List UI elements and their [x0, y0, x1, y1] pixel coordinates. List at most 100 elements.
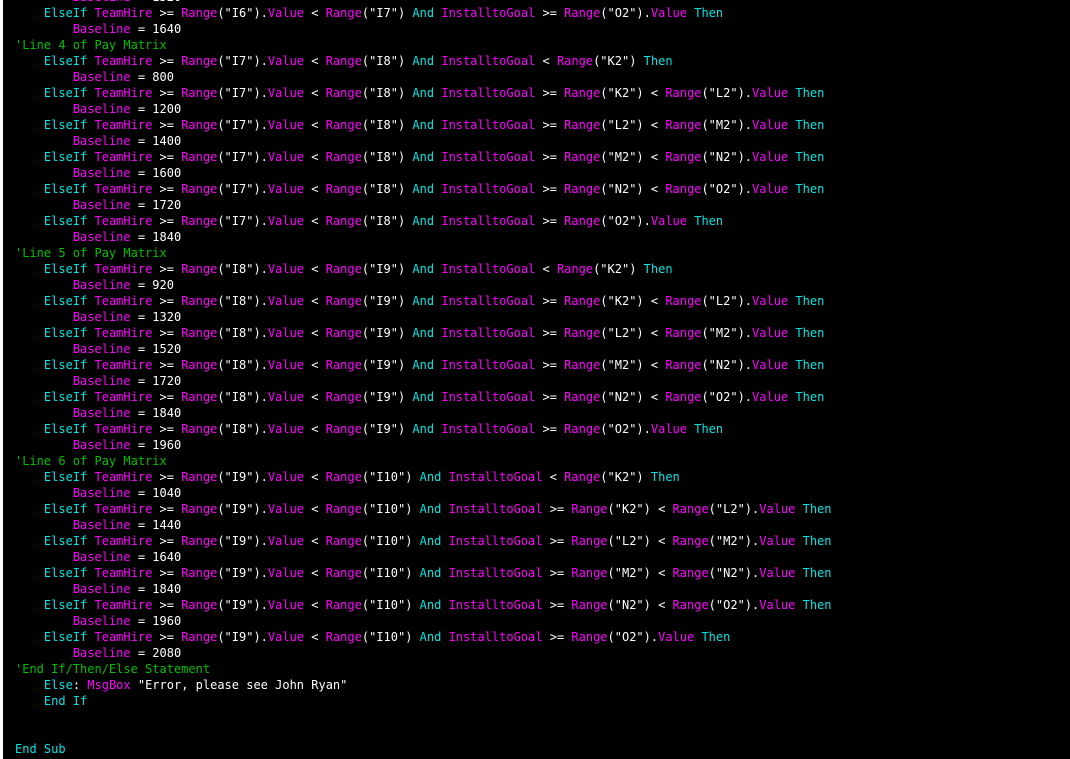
- code-line[interactable]: Baseline = 1200: [15, 101, 832, 117]
- code-line[interactable]: End Sub: [15, 741, 832, 757]
- code-line[interactable]: ElseIf TeamHire >= Range("I9").Value < R…: [15, 597, 832, 613]
- code-line[interactable]: Baseline = 1640: [15, 21, 832, 37]
- code-line[interactable]: ElseIf TeamHire >= Range("I7").Value < R…: [15, 117, 832, 133]
- keyword-token: ElseIf: [43, 502, 88, 516]
- code-line[interactable]: [15, 709, 832, 725]
- text-token: <: [304, 390, 326, 404]
- code-line[interactable]: Baseline = 1720: [15, 373, 832, 389]
- text-token: 1640: [152, 550, 182, 564]
- keyword-token: Then: [694, 6, 724, 20]
- identifier-token: InstalltoGoal: [441, 150, 536, 164]
- code-line[interactable]: 'Line 6 of Pay Matrix: [15, 453, 832, 469]
- code-line[interactable]: ElseIf TeamHire >= Range("I8").Value < R…: [15, 261, 832, 277]
- keyword-token: ElseIf: [43, 358, 88, 372]
- text-token: >=: [152, 262, 182, 276]
- code-line[interactable]: Baseline = 1960: [15, 437, 832, 453]
- code-line[interactable]: ElseIf TeamHire >= Range("I9").Value < R…: [15, 501, 832, 517]
- text-token: >=: [535, 326, 565, 340]
- text-token: >=: [152, 422, 182, 436]
- text-token: <: [304, 566, 326, 580]
- text-token: <: [304, 86, 326, 100]
- code-line[interactable]: ElseIf TeamHire >= Range("I8").Value < R…: [15, 389, 832, 405]
- code-line[interactable]: Baseline = 1400: [15, 133, 832, 149]
- text-token: 1840: [152, 582, 182, 596]
- code-line[interactable]: Baseline = 1040: [15, 485, 832, 501]
- code-line[interactable]: ElseIf TeamHire >= Range("I8").Value < R…: [15, 357, 832, 373]
- text-token: ("I8").: [217, 294, 268, 308]
- code-line[interactable]: ElseIf TeamHire >= Range("I7").Value < R…: [15, 149, 832, 165]
- text-token: ("I8").: [217, 358, 268, 372]
- code-line[interactable]: 'Line 5 of Pay Matrix: [15, 245, 832, 261]
- text-token: <: [304, 422, 326, 436]
- identifier-token: Baseline: [72, 102, 131, 116]
- code-line[interactable]: ElseIf TeamHire >= Range("I7").Value < R…: [15, 85, 832, 101]
- code-line[interactable]: Baseline = 1840: [15, 581, 832, 597]
- code-line[interactable]: ElseIf TeamHire >= Range("I9").Value < R…: [15, 629, 832, 645]
- code-line[interactable]: Baseline = 1320: [15, 309, 832, 325]
- identifier-token: Baseline: [72, 550, 131, 564]
- identifier-token: Value: [752, 294, 789, 308]
- code-line[interactable]: ElseIf TeamHire >= Range("I7").Value < R…: [15, 53, 832, 69]
- text-token: =: [130, 70, 153, 84]
- text-token: ("K2") <: [600, 294, 666, 308]
- identifier-token: Baseline: [72, 374, 131, 388]
- code-line[interactable]: ElseIf TeamHire >= Range("I6").Value < R…: [15, 5, 832, 21]
- code-line[interactable]: ElseIf TeamHire >= Range("I9").Value < R…: [15, 533, 832, 549]
- code-line[interactable]: ElseIf TeamHire >= Range("I7").Value < R…: [15, 213, 832, 229]
- text-token: =: [130, 438, 153, 452]
- text-token: =: [130, 134, 153, 148]
- code-line[interactable]: Baseline = 800: [15, 69, 832, 85]
- text-token: >=: [152, 534, 182, 548]
- code-line[interactable]: Baseline = 920: [15, 277, 832, 293]
- code-line[interactable]: Baseline = 1600: [15, 165, 832, 181]
- identifier-token: Range: [181, 150, 218, 164]
- code-line[interactable]: Else: MsgBox "Error, please see John Rya…: [15, 677, 832, 693]
- keyword-token: ElseIf: [43, 534, 88, 548]
- code-line[interactable]: 'Line 4 of Pay Matrix: [15, 37, 832, 53]
- code-line[interactable]: Baseline = 1640: [15, 549, 832, 565]
- identifier-token: TeamHire: [94, 598, 153, 612]
- text-token: <: [542, 470, 565, 484]
- code-line[interactable]: Baseline = 1840: [15, 405, 832, 421]
- code-line[interactable]: ElseIf TeamHire >= Range("I9").Value < R…: [15, 469, 832, 485]
- code-line[interactable]: [15, 725, 832, 741]
- code-line[interactable]: 'End If/Then/Else Statement: [15, 661, 832, 677]
- code-line[interactable]: ElseIf TeamHire >= Range("I7").Value < R…: [15, 181, 832, 197]
- identifier-token: InstalltoGoal: [448, 502, 543, 516]
- identifier-token: Value: [267, 502, 305, 516]
- identifier-token: Value: [267, 150, 305, 164]
- code-editor[interactable]: Baseline = 1520 ElseIf TeamHire >= Range…: [3, 0, 1070, 759]
- text-token: ("I8"): [361, 182, 413, 196]
- code-line[interactable]: ElseIf TeamHire >= Range("I8").Value < R…: [15, 325, 832, 341]
- keyword-token: And: [412, 182, 435, 196]
- keyword-token: Then: [802, 534, 832, 548]
- code-line[interactable]: ElseIf TeamHire >= Range("I8").Value < R…: [15, 421, 832, 437]
- code-line[interactable]: Baseline = 1520: [15, 341, 832, 357]
- code-line[interactable]: ElseIf TeamHire >= Range("I9").Value < R…: [15, 565, 832, 581]
- code-line[interactable]: Baseline = 2080: [15, 645, 832, 661]
- code-line[interactable]: End If: [15, 693, 832, 709]
- code-line[interactable]: Baseline = 1440: [15, 517, 832, 533]
- text-token: <: [304, 358, 326, 372]
- identifier-token: Value: [267, 294, 305, 308]
- text-token: ("I9"): [361, 326, 413, 340]
- text-token: ("M2") <: [600, 150, 666, 164]
- code-line[interactable]: Baseline = 1960: [15, 613, 832, 629]
- keyword-token: And: [412, 262, 435, 276]
- text-token: ("O2").: [600, 214, 651, 228]
- text-token: 1040: [152, 486, 182, 500]
- identifier-token: TeamHire: [94, 182, 153, 196]
- code-line[interactable]: ElseIf TeamHire >= Range("I8").Value < R…: [15, 293, 832, 309]
- text-token: ("O2").: [600, 422, 651, 436]
- code-line[interactable]: Baseline = 1840: [15, 229, 832, 245]
- code-line[interactable]: Baseline = 1720: [15, 197, 832, 213]
- identifier-token: Range: [665, 390, 702, 404]
